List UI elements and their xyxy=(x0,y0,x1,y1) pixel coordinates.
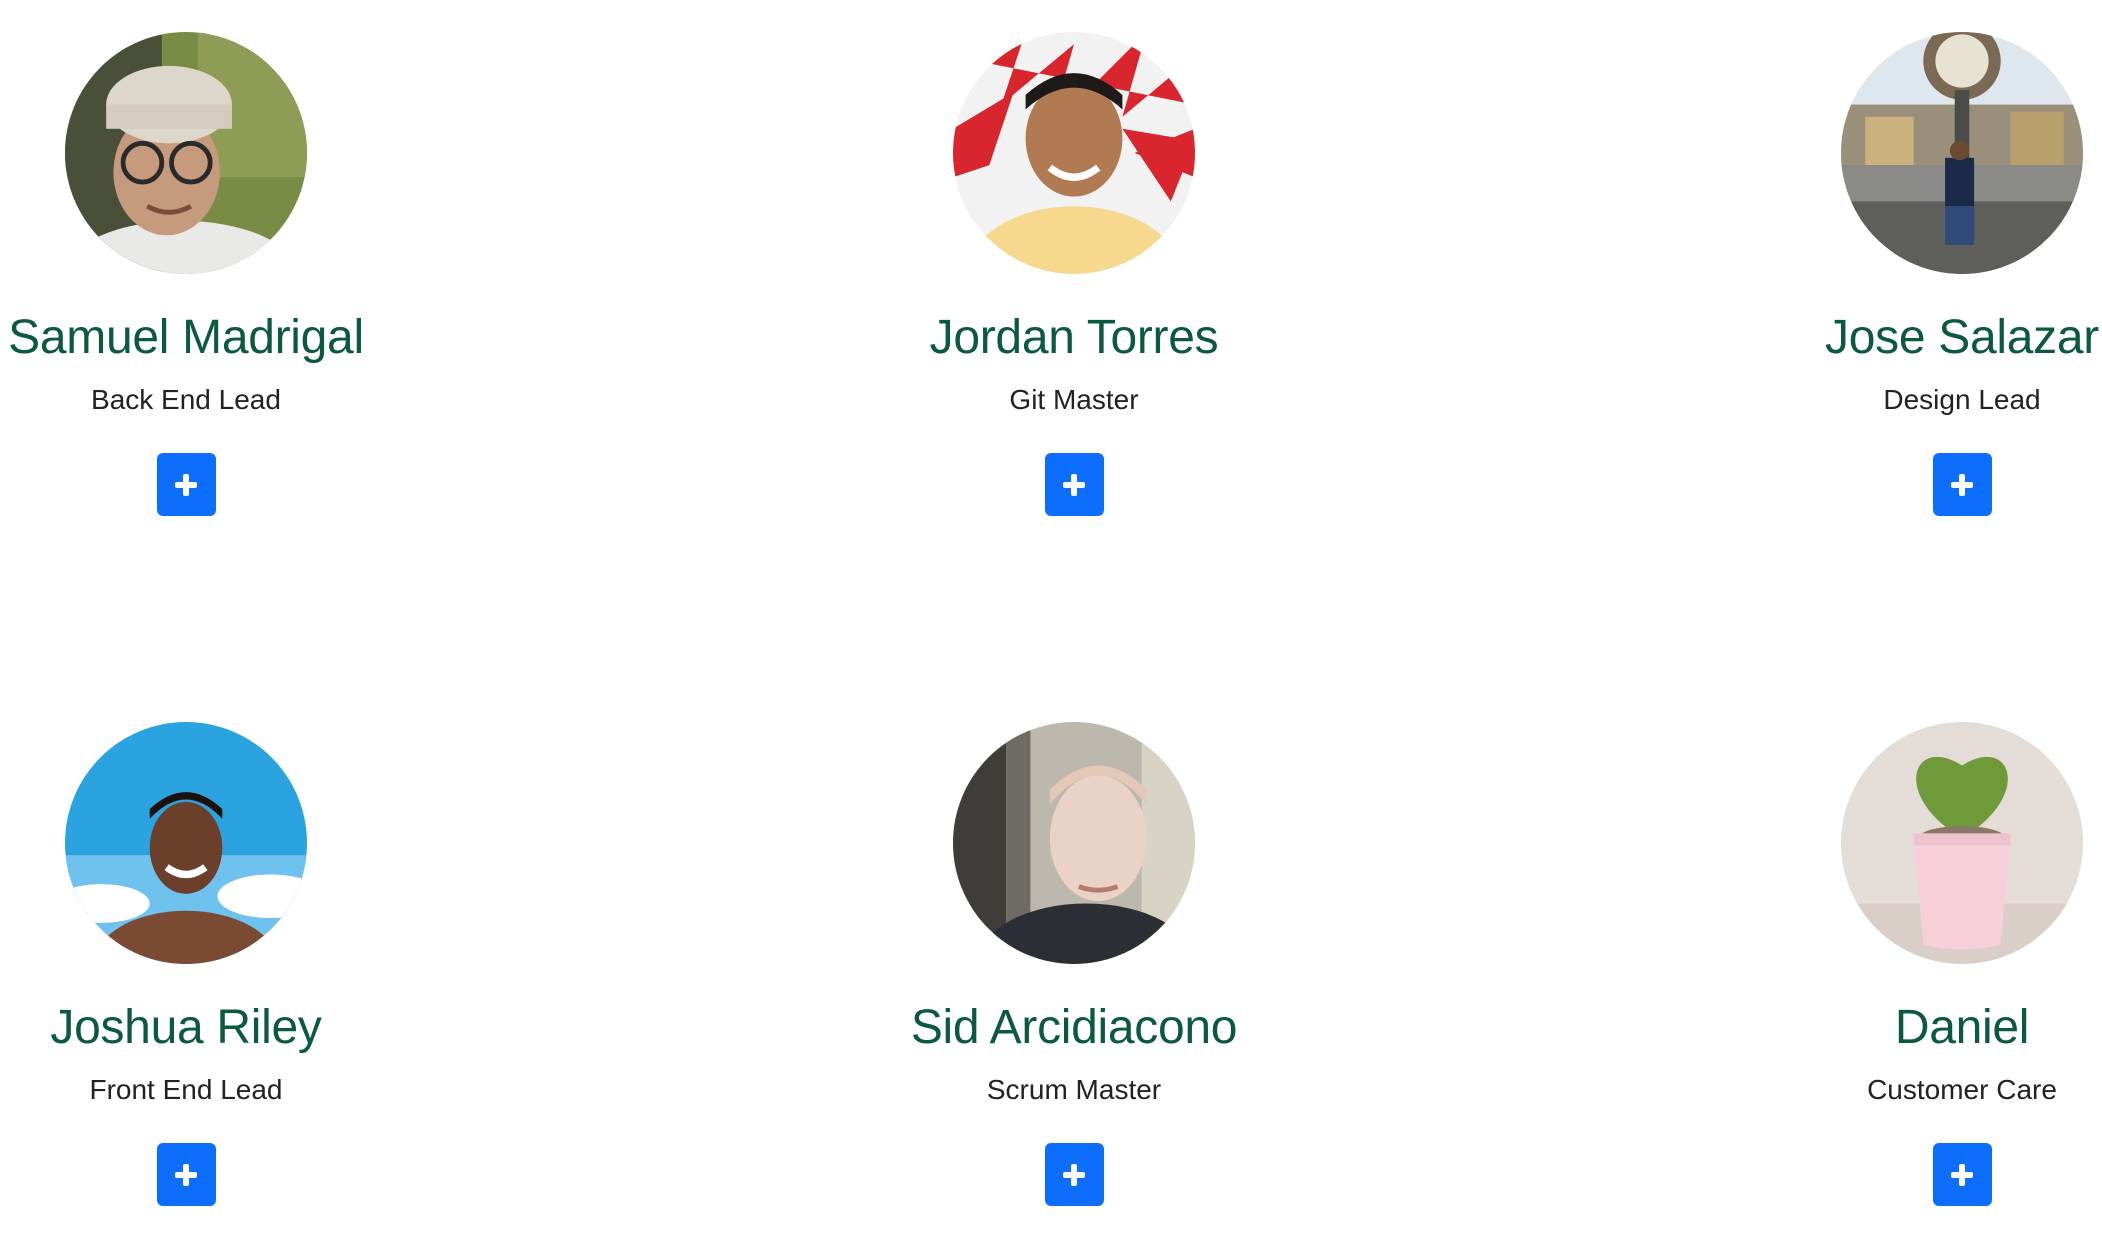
plus-icon xyxy=(1063,473,1085,496)
member-role: Git Master xyxy=(1009,384,1139,415)
team-member-card: Joshua Riley Front End Lead xyxy=(0,722,486,1206)
member-role: Customer Care xyxy=(1867,1074,2057,1105)
avatar xyxy=(65,32,307,274)
plus-icon xyxy=(175,473,197,496)
add-button[interactable] xyxy=(1044,1143,1104,1206)
plus-icon xyxy=(1951,1163,1973,1186)
member-role: Scrum Master xyxy=(986,1074,1162,1105)
add-button[interactable] xyxy=(1932,453,1992,516)
plus-icon xyxy=(175,1163,197,1186)
team-member-card: Jordan Torres Git Master xyxy=(774,32,1374,516)
team-member-card: Daniel Customer Care xyxy=(1662,722,2102,1206)
avatar xyxy=(953,32,1195,274)
team-member-card: Jose Salazar Design Lead xyxy=(1662,32,2102,516)
member-name: Samuel Madrigal xyxy=(8,311,364,364)
team-grid: Samuel Madrigal Back End Lead Jordan Tor… xyxy=(0,0,2102,1234)
member-role: Back End Lead xyxy=(91,384,281,415)
member-name: Daniel xyxy=(1894,1001,2030,1054)
add-button[interactable] xyxy=(156,453,216,516)
plus-icon xyxy=(1951,473,1973,496)
avatar xyxy=(1841,32,2083,274)
member-name: Sid Arcidiacono xyxy=(910,1001,1238,1054)
avatar xyxy=(1841,722,2083,964)
team-member-card: Sid Arcidiacono Scrum Master xyxy=(774,722,1374,1206)
member-name: Jordan Torres xyxy=(929,311,1219,364)
member-name: Jose Salazar xyxy=(1825,311,2099,364)
member-role: Front End Lead xyxy=(89,1074,283,1105)
team-member-card: Samuel Madrigal Back End Lead xyxy=(0,32,486,516)
plus-icon xyxy=(1063,1163,1085,1186)
add-button[interactable] xyxy=(1044,453,1104,516)
member-role: Design Lead xyxy=(1883,384,2041,415)
avatar xyxy=(65,722,307,964)
add-button[interactable] xyxy=(156,1143,216,1206)
add-button[interactable] xyxy=(1932,1143,1992,1206)
avatar xyxy=(953,722,1195,964)
member-name: Joshua Riley xyxy=(50,1001,322,1054)
